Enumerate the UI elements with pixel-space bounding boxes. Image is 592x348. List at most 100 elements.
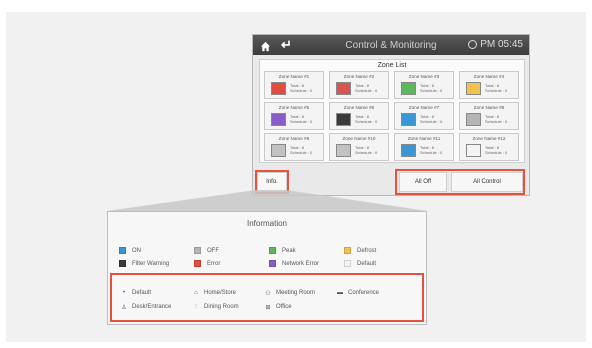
zone-card[interactable]: Zone Name #8 Total : 8 Schedule : 0 bbox=[459, 102, 519, 130]
legend-label: ON bbox=[132, 247, 141, 254]
information-title: Information bbox=[246, 219, 288, 228]
dining-icon: ⫶ bbox=[195, 303, 197, 310]
zone-status-icon bbox=[401, 144, 416, 157]
legend-label: Error bbox=[207, 260, 221, 267]
zone-status-icon bbox=[271, 82, 286, 95]
legend-swatch bbox=[269, 247, 276, 254]
zone-schedule: Schedule : 0 bbox=[290, 150, 313, 155]
zone-schedule: Schedule : 0 bbox=[290, 119, 313, 124]
status-legend: ON OFF Peak Defrost Filter Warning Error Netwo… bbox=[119, 244, 419, 270]
zone-status-icon bbox=[466, 82, 481, 95]
zone-name: Zone Name #7 bbox=[408, 105, 440, 110]
legend-swatch bbox=[269, 260, 276, 267]
zone-schedule: Schedule : 0 bbox=[420, 88, 443, 93]
zone-card[interactable]: Zone Name #7 Total : 8 Schedule : 0 bbox=[394, 102, 454, 130]
legend-swatch bbox=[194, 247, 201, 254]
zone-info: Total : 8 Schedule : 0 bbox=[355, 145, 377, 155]
zone-name: Zone Name #2 bbox=[343, 74, 375, 79]
zone-status-icon bbox=[336, 113, 351, 126]
legend-label: Filter Warning bbox=[132, 260, 170, 267]
zone-info: Total : 8 Schedule : 0 bbox=[420, 145, 442, 155]
zone-card[interactable]: Zone Name #1 Total : 8 Schedule : 0 bbox=[264, 71, 324, 99]
legend-label: Defrost bbox=[357, 247, 377, 254]
mode-item: ▬ Conference bbox=[336, 290, 408, 296]
clock: PM 05:45 bbox=[468, 39, 523, 50]
mode-label: Dining Room bbox=[204, 304, 239, 310]
zone-info: Total : 8 Schedule : 0 bbox=[290, 83, 312, 93]
legend-item: Network Error bbox=[269, 260, 344, 267]
zone-status-icon bbox=[401, 113, 416, 126]
legend-label: OFF bbox=[207, 247, 219, 254]
header-bar: ↵ Control & Monitoring PM 05:45 bbox=[253, 35, 529, 55]
zone-name: Zone Name #6 bbox=[343, 105, 375, 110]
mode-row: ♙ Desk/Entrance ⫶ Dining Room ⊞ Office bbox=[120, 300, 420, 314]
mode-label: Office bbox=[276, 304, 292, 310]
zone-name: Zone Name #5 bbox=[278, 105, 310, 110]
legend-row: Filter Warning Error Network Error Default bbox=[119, 257, 419, 270]
legend-item: Filter Warning bbox=[119, 260, 194, 267]
zone-info: Total : 8 Schedule : 0 bbox=[420, 114, 442, 124]
zone-card[interactable]: Zone Name #3 Total : 8 Schedule : 0 bbox=[394, 71, 454, 99]
zone-info: Total : 8 Schedule : 0 bbox=[485, 145, 507, 155]
zone-card[interactable]: Zone Name #4 Total : 8 Schedule : 0 bbox=[459, 71, 519, 99]
legend-item: OFF bbox=[194, 247, 269, 254]
zone-schedule: Schedule : 0 bbox=[355, 150, 378, 155]
zone-status-icon bbox=[336, 82, 351, 95]
zone-info: Total : 8 Schedule : 0 bbox=[290, 114, 312, 124]
mode-label: Meeting Room bbox=[276, 290, 316, 296]
zone-name: Zone Name #10 bbox=[342, 136, 376, 141]
zone-name: Zone Name #1 bbox=[278, 74, 310, 79]
legend-item: Defrost bbox=[344, 247, 419, 254]
zone-status-icon bbox=[271, 144, 286, 157]
zone-schedule: Schedule : 0 bbox=[420, 119, 443, 124]
zone-schedule: Schedule : 0 bbox=[485, 88, 508, 93]
office-icon: ⊞ bbox=[265, 304, 271, 311]
zone-card[interactable]: Zone Name #9 Total : 8 Schedule : 0 bbox=[264, 133, 324, 161]
zone-name: Zone Name #4 bbox=[473, 74, 505, 79]
mode-label: Conference bbox=[348, 290, 380, 296]
meeting-icon: ⚇ bbox=[265, 290, 271, 297]
home-icon: ⌂ bbox=[194, 290, 198, 296]
legend-label: Default bbox=[357, 260, 377, 267]
zone-list-title: Zone List bbox=[377, 62, 407, 69]
mode-label: Desk/Entrance bbox=[132, 304, 172, 310]
info-button[interactable]: Info. bbox=[255, 170, 289, 194]
zone-schedule: Schedule : 0 bbox=[355, 119, 378, 124]
zone-status-icon bbox=[401, 82, 416, 95]
information-panel: Information ON OFF Peak Defrost Filter Warni… bbox=[107, 211, 427, 325]
legend-item: ON bbox=[119, 247, 194, 254]
zone-card[interactable]: Zone Name #6 Total : 8 Schedule : 0 bbox=[329, 102, 389, 130]
zone-schedule: Schedule : 0 bbox=[420, 150, 443, 155]
zone-name: Zone Name #12 bbox=[472, 136, 506, 141]
mode-item: • Default bbox=[120, 290, 192, 296]
zone-status-icon bbox=[336, 144, 351, 157]
zone-grid: Zone Name #1 Total : 8 Schedule : 0 Zone Na… bbox=[260, 71, 524, 161]
zone-status-icon bbox=[271, 113, 286, 126]
mode-row: • Default ⌂ Home/Store ⚇ Meeting Room ▬ Confere… bbox=[120, 286, 420, 300]
mode-label: Home/Store bbox=[204, 290, 237, 296]
all-control-button[interactable]: All Control bbox=[451, 172, 523, 192]
clock-time: PM 05:45 bbox=[480, 39, 523, 50]
zone-card[interactable]: Zone Name #11 Total : 8 Schedule : 0 bbox=[394, 133, 454, 161]
desk-icon: ♙ bbox=[121, 304, 127, 311]
mode-item: ♙ Desk/Entrance bbox=[120, 304, 192, 311]
zone-info: Total : 8 Schedule : 0 bbox=[355, 83, 377, 93]
legend-label: Peak bbox=[282, 247, 296, 254]
legend-item: Default bbox=[344, 260, 419, 267]
zone-card[interactable]: Zone Name #10 Total : 8 Schedule : 0 bbox=[329, 133, 389, 161]
zone-card[interactable]: Zone Name #5 Total : 8 Schedule : 0 bbox=[264, 102, 324, 130]
zone-card[interactable]: Zone Name #2 Total : 8 Schedule : 0 bbox=[329, 71, 389, 99]
mode-legend: • Default ⌂ Home/Store ⚇ Meeting Room ▬ Confere… bbox=[120, 286, 420, 314]
zone-name: Zone Name #11 bbox=[407, 136, 441, 141]
mode-item: ⚇ Meeting Room bbox=[264, 290, 336, 297]
zone-schedule: Schedule : 0 bbox=[485, 150, 508, 155]
zone-schedule: Schedule : 0 bbox=[290, 88, 313, 93]
legend-swatch bbox=[194, 260, 201, 267]
mode-item: ⌂ Home/Store bbox=[192, 290, 264, 296]
zone-schedule: Schedule : 0 bbox=[485, 119, 508, 124]
all-off-button[interactable]: All Off bbox=[399, 172, 447, 192]
zone-card[interactable]: Zone Name #12 Total : 8 Schedule : 0 bbox=[459, 133, 519, 161]
mode-item: ⊞ Office bbox=[264, 304, 336, 311]
zone-info: Total : 8 Schedule : 0 bbox=[485, 83, 507, 93]
zone-info: Total : 8 Schedule : 0 bbox=[420, 83, 442, 93]
